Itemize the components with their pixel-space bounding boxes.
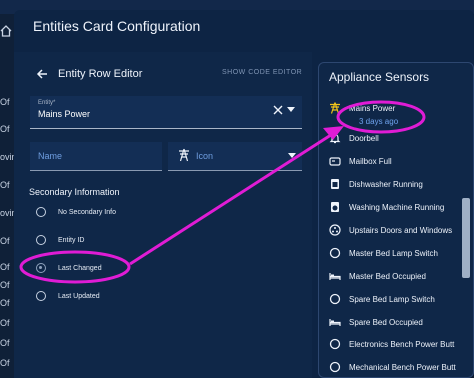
radio-last-changed[interactable]: Last Changed [36, 262, 102, 274]
entity-row[interactable]: Doorbell [329, 131, 473, 145]
washing-machine-icon [331, 202, 339, 212]
entity-name: Washing Machine Running [349, 202, 445, 212]
entity-name: Upstairs Doors and Windows [349, 225, 453, 235]
entity-name: Mechanical Bench Power Butt [349, 362, 456, 372]
radio-last-updated[interactable]: Last Updated [36, 290, 100, 302]
entity-name: Doorbell [349, 133, 379, 143]
radio-entity-id[interactable]: Entity ID [36, 234, 84, 246]
show-code-editor-button[interactable]: SHOW CODE EDITOR [222, 69, 302, 76]
entity-name: Mailbox Full [349, 156, 392, 166]
entity-name: Dishwasher Running [349, 179, 423, 189]
radio-label: Last Updated [58, 292, 100, 300]
entity-select[interactable]: Entity* Mains Power [30, 96, 302, 129]
scrollbar[interactable] [462, 198, 470, 278]
entity-row[interactable]: Spare Bed Occupied [329, 315, 473, 329]
transmission-tower-icon [179, 148, 189, 162]
secondary-info-text: 3 days ago [359, 117, 399, 126]
entity-row[interactable]: Dishwasher Running [329, 177, 473, 191]
circle-icon [329, 338, 341, 350]
radio-no-secondary[interactable]: No Secondary Info [36, 206, 116, 218]
clear-icon[interactable] [273, 105, 283, 115]
bell-icon [329, 133, 341, 144]
radio-button[interactable] [36, 291, 46, 301]
radio-label: Entity ID [58, 236, 85, 244]
icon-field-label: Icon [196, 151, 214, 161]
entity-name: Master Bed Occupied [349, 271, 426, 281]
row-editor-title: Entity Row Editor [58, 68, 143, 80]
dropdown-arrow-icon[interactable] [287, 107, 295, 113]
entity-row[interactable]: Electronics Bench Power Butt [329, 337, 473, 351]
row-editor-header: Entity Row Editor [36, 67, 142, 81]
entity-row[interactable]: Washing Machine Running [329, 200, 473, 214]
name-field-label: Name [38, 151, 63, 161]
secondary-info-heading: Secondary Information [29, 187, 120, 197]
circle-icon [329, 247, 341, 259]
circle-icon [329, 361, 341, 373]
back-arrow-icon[interactable] [36, 68, 48, 80]
entity-row[interactable]: Master Bed Lamp Switch [329, 246, 473, 260]
radio-label: Last Changed [58, 264, 102, 272]
dots-circle-icon [329, 224, 341, 236]
home-icon[interactable] [0, 24, 12, 38]
bed-icon [329, 319, 341, 326]
entity-name: Electronics Bench Power Butt [349, 339, 455, 349]
name-input[interactable]: Name [30, 142, 162, 171]
dropdown-arrow-icon[interactable] [288, 153, 296, 159]
dialog-title: Entities Card Configuration [33, 18, 201, 34]
entity-field-label: Entity* [38, 100, 56, 106]
entity-name: Master Bed Lamp Switch [349, 248, 438, 258]
entity-row[interactable]: Mechanical Bench Power Butt [329, 360, 473, 374]
radio-button[interactable] [36, 207, 46, 217]
radio-label: No Secondary Info [58, 208, 116, 216]
bed-icon [329, 273, 341, 280]
circle-icon [329, 293, 341, 305]
entity-row[interactable]: Mailbox Full [329, 154, 473, 168]
entity-name: Spare Bed Lamp Switch [349, 294, 435, 304]
transmission-tower-icon [330, 102, 340, 114]
entity-row[interactable]: Upstairs Doors and Windows [329, 223, 473, 237]
radio-button[interactable] [36, 235, 46, 245]
entity-name: Mains Power [349, 103, 396, 113]
icon-picker[interactable]: Icon [168, 142, 302, 171]
mailbox-icon [329, 157, 341, 166]
entity-row[interactable]: Master Bed Occupied [329, 269, 473, 283]
dishwasher-icon [331, 179, 339, 189]
card-title: Appliance Sensors [329, 70, 430, 84]
entity-name: Spare Bed Occupied [349, 317, 423, 327]
appliance-sensors-card: Appliance Sensors Mains Power 3 days ago… [318, 62, 474, 378]
entity-field-value[interactable]: Mains Power [38, 109, 90, 119]
entity-row[interactable]: Mains Power [329, 101, 473, 115]
entity-row[interactable]: Spare Bed Lamp Switch [329, 292, 473, 306]
radio-button-selected[interactable] [36, 263, 46, 273]
